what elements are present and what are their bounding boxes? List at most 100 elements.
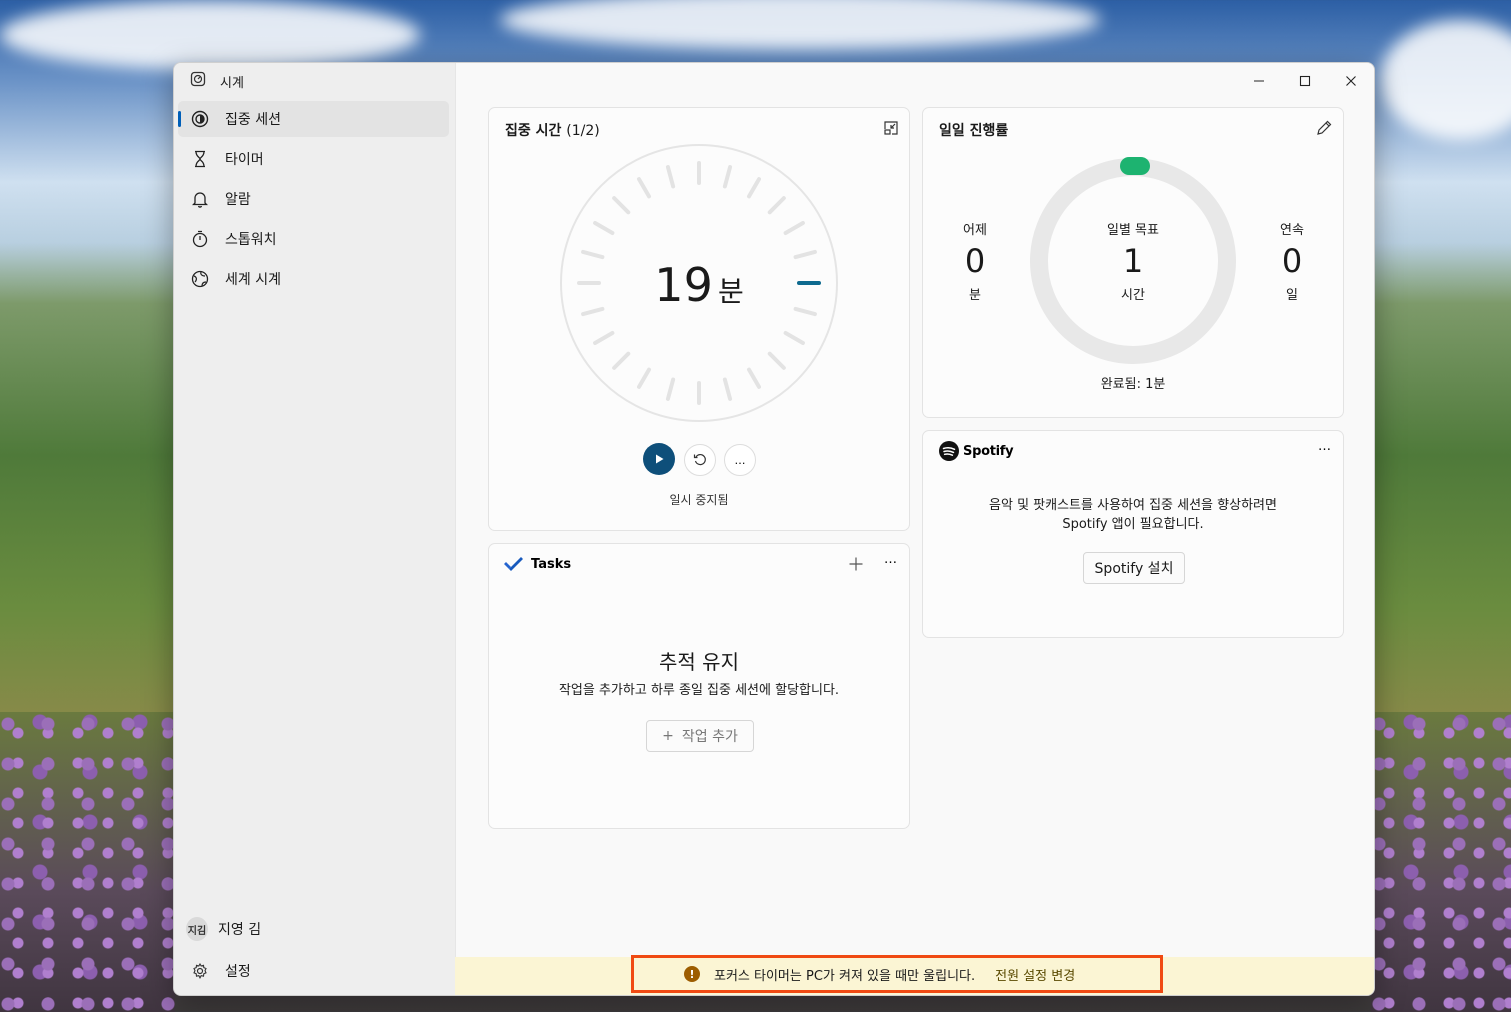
streak-unit: 일	[1286, 288, 1298, 303]
spotify-message-line2: Spotify 앱이 필요합니다.	[1062, 517, 1204, 532]
sidebar-item-label: 세계 시계	[225, 272, 281, 288]
compact-overlay-button[interactable]	[883, 120, 899, 140]
dial-tick	[612, 196, 631, 215]
dial-tick	[722, 165, 733, 189]
power-warning-banner: ! 포커스 타이머는 PC가 켜져 있을 때만 울립니다. 전원 설정 변경	[455, 955, 1374, 995]
dial-tick	[593, 331, 615, 345]
tasks-title: Tasks	[531, 556, 572, 572]
add-task-label: 작업 추가	[681, 729, 738, 745]
add-task-button[interactable]: + 작업 추가	[646, 720, 754, 752]
spotify-icon	[939, 441, 959, 461]
spotify-message: 음악 및 팟캐스트를 사용하여 집중 세션을 향상하려면 Spotify 앱이 …	[923, 496, 1343, 534]
focus-icon	[189, 110, 211, 128]
user-name: 지영 김	[218, 922, 262, 938]
dial-tick	[767, 351, 786, 370]
avatar-initials: 지김	[186, 917, 208, 941]
add-task-icon-button[interactable]	[849, 552, 863, 576]
dial-tick	[593, 221, 615, 235]
background-heather-right	[1371, 712, 1511, 1012]
minimize-icon	[1254, 80, 1264, 82]
dial-tick	[747, 177, 761, 199]
streak-value: 0	[1281, 242, 1303, 280]
avatar: 지김	[186, 917, 208, 941]
focus-title: 집중 시간	[505, 123, 562, 139]
tasks-card: Tasks … 추적 유지 작업을 추가하고 하루 종일 집중 세션에 할당합니…	[488, 543, 910, 829]
daily-progress-card: 일일 진행률 어제 0 분 일별 목표 1 시간 연속 0 일 완료됨: 1분	[922, 107, 1344, 418]
sidebar-item-label: 집중 세션	[225, 112, 281, 128]
warning-icon: !	[684, 966, 700, 982]
maximize-icon	[1299, 75, 1311, 87]
sidebar-item-settings[interactable]: 설정	[178, 953, 449, 989]
spotify-more-button[interactable]: …	[1318, 439, 1331, 454]
focus-more-button[interactable]: …	[724, 444, 756, 476]
dial-tick	[747, 367, 761, 389]
completed-text: 완료됨: 1분	[1100, 377, 1166, 392]
clock-app-window: 시계 집중 세션 타이머 알람 스톱워치 세계 시계 지김 지영 김 설정 집중…	[173, 62, 1375, 996]
tasks-description: 작업을 추가하고 하루 종일 집중 세션에 할당합니다.	[558, 683, 840, 698]
goal-value: 1	[1122, 242, 1144, 280]
background-heather-left	[0, 712, 175, 1012]
spotify-card: Spotify … 음악 및 팟캐스트를 사용하여 집중 세션을 향상하려면 S…	[922, 430, 1344, 638]
spotify-logo: Spotify	[939, 441, 1014, 461]
sidebar-item-label: 스톱워치	[225, 232, 277, 248]
sidebar-item-stopwatch[interactable]: 스톱워치	[178, 221, 449, 257]
play-button[interactable]	[643, 443, 675, 475]
tasks-heading: 추적 유지	[659, 650, 739, 674]
gear-icon	[189, 963, 211, 979]
dial-tick	[581, 249, 605, 260]
globe-icon	[189, 270, 211, 288]
sidebar: 시계 집중 세션 타이머 알람 스톱워치 세계 시계 지김 지영 김 설정	[174, 63, 455, 995]
spotify-brand: Spotify	[963, 443, 1014, 459]
app-title-bar: 시계	[190, 71, 244, 91]
todo-check-icon	[504, 557, 523, 571]
focus-timer-card: 집중 시간 (1/2) 19 분 … 일시 중지됨	[488, 107, 910, 531]
goal-label: 일별 목표	[1107, 223, 1159, 238]
tasks-header: Tasks	[503, 555, 571, 573]
user-profile[interactable]: 지김 지영 김	[178, 911, 449, 947]
app-title: 시계	[220, 75, 244, 91]
play-icon	[656, 454, 664, 464]
main-content: 집중 시간 (1/2) 19 분 … 일시 중지됨 일일 진행률 어제 0 분 …	[455, 63, 1374, 995]
plus-icon	[849, 557, 863, 571]
reset-icon	[693, 453, 706, 466]
close-button[interactable]	[1328, 67, 1374, 95]
sidebar-item-label: 알람	[225, 192, 251, 208]
spotify-message-line1: 음악 및 팟캐스트를 사용하여 집중 세션을 향상하려면	[989, 498, 1277, 513]
sidebar-item-label: 타이머	[225, 152, 264, 168]
focus-count: (1/2)	[566, 123, 600, 139]
maximize-button[interactable]	[1282, 67, 1328, 95]
dial-tick	[665, 377, 676, 401]
edit-goal-button[interactable]	[1315, 119, 1333, 141]
compact-overlay-icon	[884, 121, 898, 135]
stopwatch-icon	[189, 230, 211, 248]
reset-button[interactable]	[684, 444, 716, 476]
highlighted-banner-region: ! 포커스 타이머는 PC가 켜져 있을 때만 울립니다. 전원 설정 변경	[631, 955, 1163, 993]
bell-icon	[189, 190, 211, 208]
sidebar-item-alarm[interactable]: 알람	[178, 181, 449, 217]
focus-card-title: 집중 시간 (1/2)	[505, 120, 600, 140]
sidebar-item-world-clock[interactable]: 세계 시계	[178, 261, 449, 297]
sidebar-item-label: 설정	[225, 964, 251, 980]
focus-minutes: 19	[654, 258, 713, 312]
sidebar-item-timer[interactable]: 타이머	[178, 141, 449, 177]
clock-app-icon	[190, 71, 206, 91]
close-icon	[1346, 76, 1356, 86]
dial-tick	[612, 351, 631, 370]
dial-tick	[793, 249, 817, 260]
spotify-install-button[interactable]: Spotify 설치	[1083, 552, 1185, 584]
yesterday-value: 0	[964, 242, 986, 280]
add-plus-icon: +	[662, 728, 674, 744]
pencil-icon	[1317, 120, 1332, 135]
dial-tick	[665, 165, 676, 189]
dial-tick	[783, 331, 805, 345]
streak-label: 연속	[1280, 223, 1304, 238]
dial-tick	[637, 367, 651, 389]
sidebar-item-focus-session[interactable]: 집중 세션	[178, 101, 449, 137]
goal-unit: 시간	[1121, 288, 1145, 303]
power-settings-link[interactable]: 전원 설정 변경	[995, 965, 1075, 984]
hourglass-icon	[189, 150, 211, 168]
tasks-more-button[interactable]: …	[884, 552, 897, 567]
dial-tick	[783, 221, 805, 235]
focus-time-display: 19 분	[489, 258, 909, 312]
minimize-button[interactable]	[1236, 67, 1282, 95]
